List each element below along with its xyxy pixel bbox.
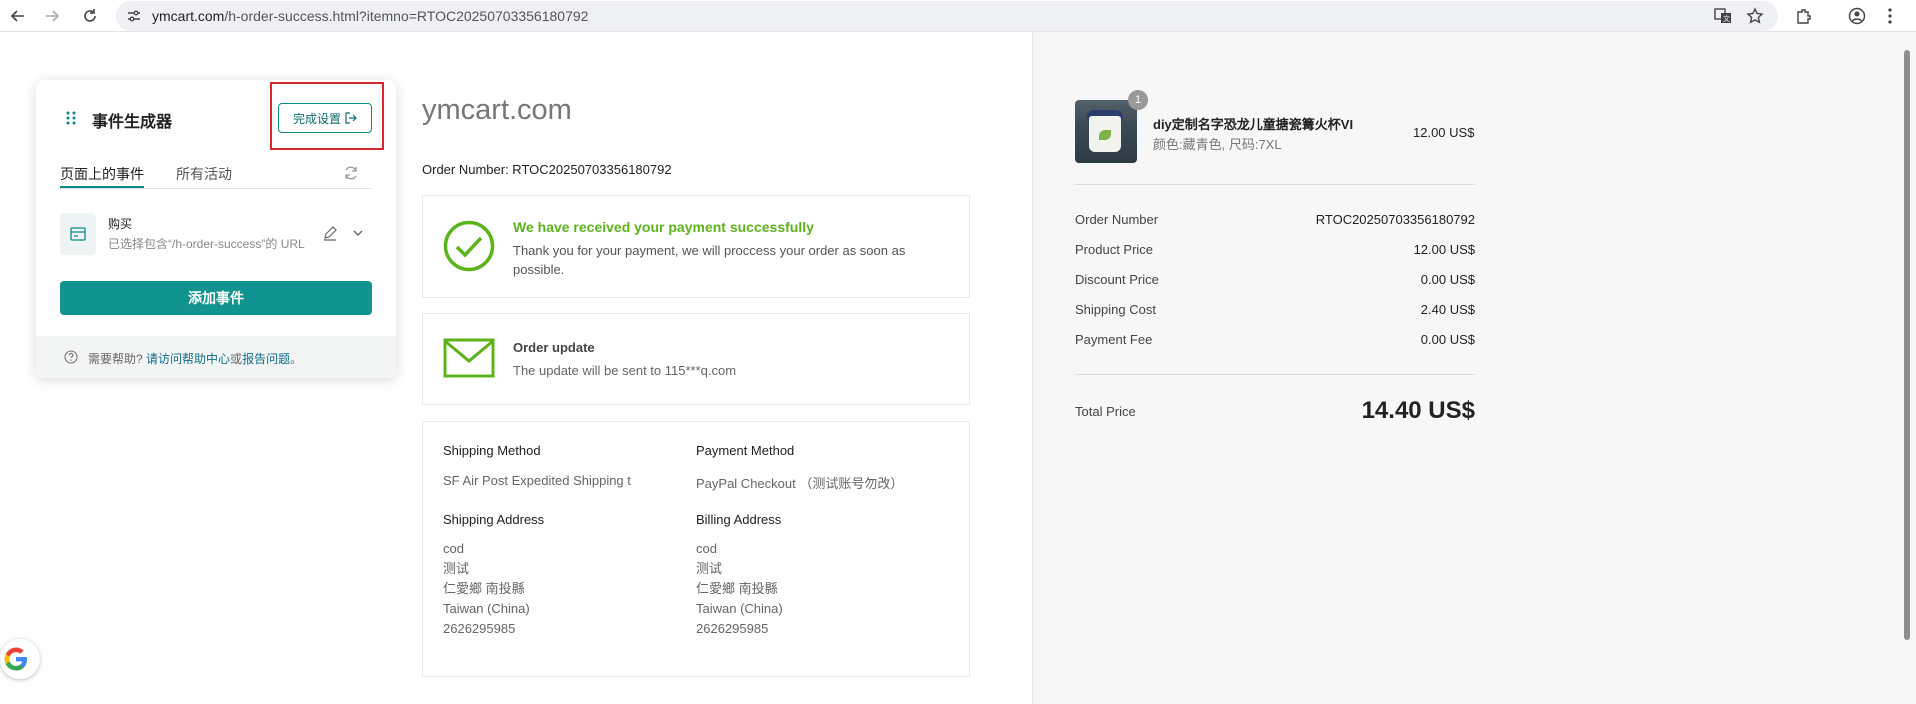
svg-text:文: 文 [1723, 14, 1730, 23]
translate-icon[interactable]: 文 [1712, 5, 1734, 27]
reload-icon[interactable] [78, 4, 102, 28]
payment-method-label: Payment Method [696, 443, 795, 458]
summary-row-label: Order Number [1075, 212, 1159, 227]
product-price: 12.00 US$ [1413, 125, 1475, 140]
help-text: 需要帮助? 请访问帮助中心或报告问题。 [88, 350, 302, 367]
site-title: ymcart.com [422, 94, 572, 126]
edit-pencil-icon[interactable] [322, 225, 338, 241]
event-icon-box [60, 213, 96, 255]
check-circle-icon [443, 220, 495, 272]
order-update-text: The update will be sent to 115***q.com [513, 363, 737, 378]
help-icon [64, 350, 78, 364]
event-builder-title: 事件生成器 [92, 114, 173, 131]
product-variant: 颜色:藏青色, 尺码:7XL [1153, 137, 1282, 152]
url-text[interactable]: ymcart.com/h-order-success.html?itemno=R… [152, 8, 588, 24]
payment-success-card: We have received your payment successful… [422, 195, 970, 298]
help-footer: 需要帮助? 请访问帮助中心或报告问题。 [36, 336, 396, 378]
address-line: 2626295985 [443, 621, 516, 636]
shipping-method-value: SF Air Post Expedited Shipping t [443, 473, 631, 488]
address-line: cod [443, 541, 464, 556]
shipping-address-label: Shipping Address [443, 512, 545, 527]
summary-row-value: 12.00 US$ [1413, 242, 1475, 257]
summary-row-label: Discount Price [1075, 272, 1159, 287]
active-tab-indicator [60, 186, 144, 188]
order-number-line: Order Number: RTOC20250703356180792 [422, 162, 672, 177]
address-line: cod [696, 541, 717, 556]
address-line: 2626295985 [696, 621, 769, 636]
summary-row-value: 0.00 US$ [1420, 332, 1475, 347]
event-name: 购买 [108, 217, 133, 231]
browser-toolbar: ymcart.com/h-order-success.html?itemno=R… [0, 0, 1916, 32]
payment-method-value: PayPal Checkout （测试账号勿改） [696, 476, 904, 491]
menu-icon[interactable] [1878, 4, 1902, 28]
payment-success-title: We have received your payment successful… [513, 219, 814, 235]
address-line: 测试 [696, 561, 723, 576]
forward-icon[interactable] [40, 4, 64, 28]
shipping-address: cod 测试 仁愛鄉 南投縣 Taiwan (China) 2626295985 [443, 539, 530, 639]
report-issue-link[interactable]: 报告问题 [242, 352, 290, 366]
google-floating-button[interactable] [0, 639, 40, 679]
site-info-icon[interactable] [126, 8, 142, 24]
tab-page-events[interactable]: 页面上的事件 [60, 164, 144, 184]
drag-handle-icon[interactable] [64, 110, 78, 126]
event-description: 已选择包含“/h-order-success”的 URL [108, 237, 305, 251]
highlight-box [270, 82, 384, 150]
address-bar[interactable]: ymcart.com/h-order-success.html?itemno=R… [116, 1, 1778, 31]
summary-row-value: 0.00 US$ [1420, 272, 1475, 287]
summary-row-value: RTOC20250703356180792 [1315, 212, 1475, 227]
tab-all-activity[interactable]: 所有活动 [176, 164, 232, 184]
help-middle: 或 [230, 352, 243, 366]
back-icon[interactable] [6, 4, 30, 28]
page-scrollbar[interactable] [1902, 40, 1912, 648]
quantity-badge: 1 [1128, 90, 1148, 110]
add-event-button[interactable]: 添加事件 [60, 281, 372, 315]
total-price-value: 14.40 US$ [1361, 397, 1475, 424]
product-name: diy定制名字恐龙儿童搪瓷篝火杯VI [1153, 117, 1354, 132]
summary-divider [1075, 374, 1475, 375]
order-update-card: Order update The update will be sent to … [422, 313, 970, 405]
help-prefix: 需要帮助? [88, 352, 143, 366]
help-center-link[interactable]: 请访问帮助中心 [146, 352, 230, 366]
summary-row-value: 2.40 US$ [1420, 302, 1475, 317]
credit-card-icon [70, 227, 86, 241]
scrollbar-thumb[interactable] [1904, 50, 1910, 640]
summary-row-label: Payment Fee [1075, 332, 1153, 347]
billing-address-label: Billing Address [696, 512, 782, 527]
address-line: 测试 [443, 561, 470, 576]
chevron-down-icon[interactable] [350, 225, 366, 241]
address-line: 仁愛鄉 南投縣 [696, 581, 778, 596]
billing-address: cod 测试 仁愛鄉 南投縣 Taiwan (China) 2626295985 [696, 539, 783, 639]
profile-icon[interactable] [1845, 4, 1869, 28]
mail-icon [443, 338, 495, 378]
event-item-purchase[interactable]: 购买 已选择包含“/h-order-success”的 URL [60, 213, 372, 255]
order-details-card: Shipping Method SF Air Post Expedited Sh… [422, 421, 970, 677]
address-line: 仁愛鄉 南投縣 [443, 581, 525, 596]
total-price-label: Total Price [1075, 404, 1136, 419]
summary-divider [1075, 184, 1475, 185]
order-update-title: Order update [513, 340, 595, 355]
summary-row-label: Product Price [1075, 242, 1154, 257]
shipping-method-label: Shipping Method [443, 443, 541, 458]
refresh-icon[interactable] [342, 164, 360, 182]
payment-success-text: Thank you for your payment, we will proc… [513, 243, 906, 277]
summary-row-label: Shipping Cost [1075, 302, 1156, 317]
product-thumbnail [1075, 100, 1137, 163]
tab-divider [60, 188, 372, 189]
help-suffix: 。 [290, 352, 303, 366]
bookmark-star-icon[interactable] [1744, 5, 1766, 27]
address-line: Taiwan (China) [696, 601, 783, 616]
extensions-icon[interactable] [1792, 4, 1816, 28]
address-line: Taiwan (China) [443, 601, 530, 616]
google-g-icon [4, 647, 28, 671]
